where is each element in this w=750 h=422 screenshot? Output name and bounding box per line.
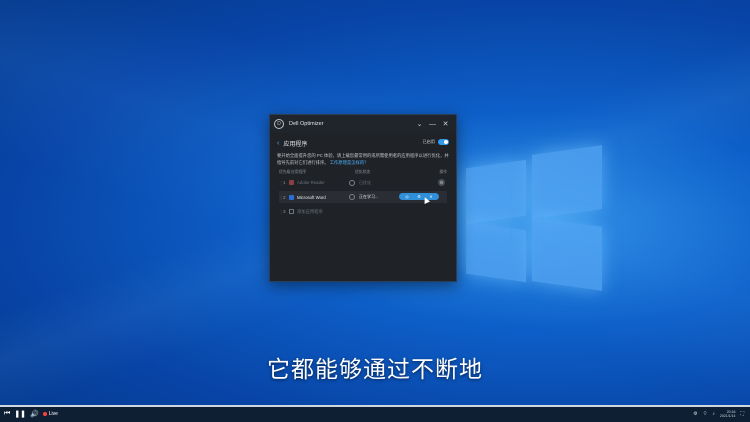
column-header: 优化状态 xyxy=(355,170,371,174)
progress-bar[interactable] xyxy=(0,405,750,407)
table-header: 优先级 应用程序 优化状态 操作 xyxy=(270,169,456,176)
window-title: Dell Optimizer xyxy=(289,121,324,127)
video-player-bar xyxy=(0,406,750,422)
windows-logo-wallpaper xyxy=(466,145,606,291)
remove-icon[interactable]: ✕ xyxy=(429,194,432,199)
column-header: 操作 xyxy=(439,170,447,174)
close-button[interactable]: ✕ xyxy=(439,120,452,128)
app-status: 正在学习... xyxy=(359,194,379,199)
table-row[interactable]: ⋮ 2 Microsoft Word 正在学习... ◎ ⚙ ✕ xyxy=(279,191,447,204)
dell-logo-icon: D xyxy=(274,119,284,129)
optimize-icon[interactable]: ◎ xyxy=(405,194,409,199)
wifi-icon: ⌔ xyxy=(702,411,708,417)
settings-icon[interactable]: ⚙ xyxy=(417,194,421,199)
live-label: Live xyxy=(48,411,58,417)
minimize-button[interactable]: — xyxy=(426,121,439,128)
system-clock: 20:16 2021/1/14 xyxy=(720,410,736,418)
app-name: Microsoft Word xyxy=(297,194,326,200)
adobe-reader-icon xyxy=(289,180,294,185)
how-it-works-link[interactable]: 工作原理是怎样的？ xyxy=(330,160,369,165)
video-subtitle: 它都能够通过不断地 xyxy=(267,357,483,383)
table-row[interactable]: ⋮ 1 Adobe Reader 已优化 ⚙ xyxy=(279,176,447,189)
app-status: 已优化 xyxy=(359,179,371,185)
live-indicator: Live xyxy=(42,411,58,417)
title-bar: D Dell Optimizer ⌄ — ✕ xyxy=(270,115,456,133)
volume-icon[interactable]: 🔊 xyxy=(30,410,39,418)
app-name[interactable]: 添加应用程序 xyxy=(297,209,349,215)
dell-optimizer-window: D Dell Optimizer ⌄ — ✕ ‹ 应用程序 已启用 要开始全面提… xyxy=(269,114,457,282)
app-name: Adobe Reader xyxy=(297,180,325,185)
description: 要开始全面提升您的 PC 体验，请上载您最常用的或所需使用者的应用程序以进行优化… xyxy=(270,153,456,166)
sound-icon: ♪ xyxy=(712,411,715,417)
column-header: 应用程序 xyxy=(291,170,307,174)
page-title: 应用程序 xyxy=(283,141,308,148)
back-arrow-icon[interactable]: ‹ xyxy=(277,140,279,147)
progress-fill xyxy=(0,405,750,407)
fullscreen-icon[interactable]: ⛶ xyxy=(740,411,744,417)
add-app-icon xyxy=(289,209,294,214)
priority-icon xyxy=(349,179,355,186)
pause-icon[interactable]: ❚❚ xyxy=(14,410,26,418)
live-dot-icon xyxy=(42,412,47,416)
prev-icon[interactable]: ⏮ xyxy=(4,410,10,418)
settings-icon[interactable]: ⚙ xyxy=(693,411,697,417)
priority-icon xyxy=(349,194,355,200)
app-actions-pill[interactable]: ◎ ⚙ ✕ xyxy=(399,193,439,200)
page-header: ‹ 应用程序 已启用 xyxy=(270,133,456,153)
clock-date: 2021/1/14 xyxy=(719,414,736,418)
toggle-label: 已启用 xyxy=(422,139,435,144)
settings-icon[interactable]: ⚙ xyxy=(438,179,445,186)
microsoft-word-icon xyxy=(289,194,294,200)
collapse-button[interactable]: ⌄ xyxy=(413,120,426,128)
table-row[interactable]: ⋮ 3 添加应用程序 xyxy=(279,205,447,218)
column-header: 优先级 xyxy=(279,170,291,174)
enabled-toggle[interactable] xyxy=(438,139,449,145)
